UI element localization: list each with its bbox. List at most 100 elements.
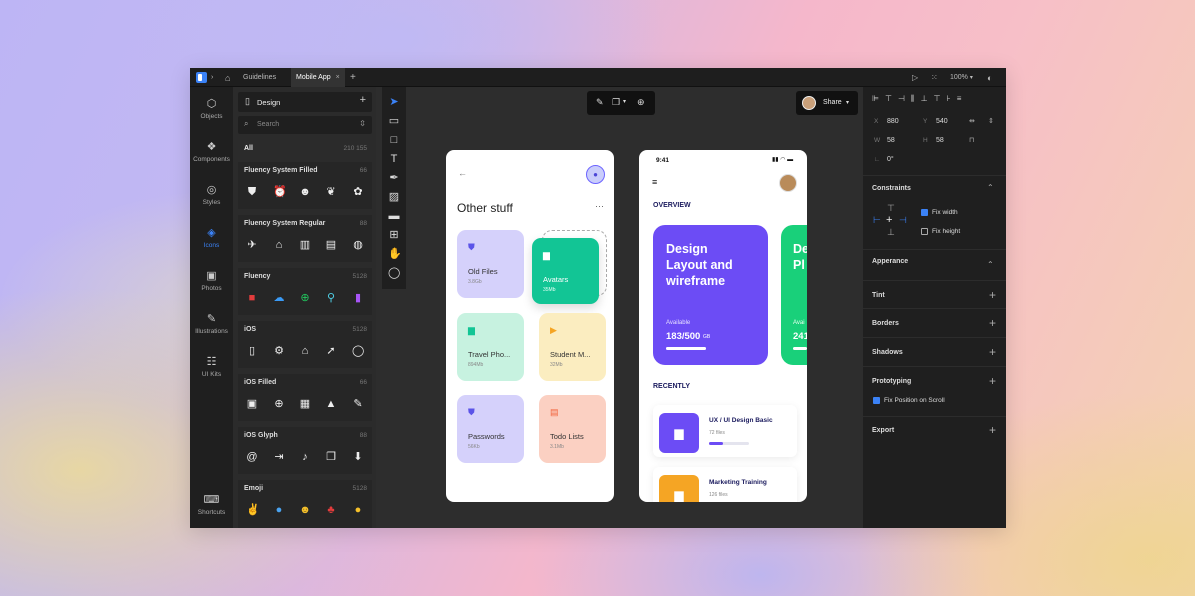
gear-icon[interactable]: ⚙ (273, 345, 285, 357)
bag-icon[interactable]: ⌂ (273, 239, 285, 251)
sidebar-item-objects[interactable]: ⬡ Objects (190, 97, 233, 120)
leaf-icon[interactable]: ❦ (325, 186, 337, 198)
tint-row[interactable]: Tint + (863, 280, 1006, 309)
fix-width-checkbox[interactable]: Fix width (921, 209, 958, 216)
trash-icon[interactable]: ▮ (352, 292, 364, 304)
fix-scroll-checkbox[interactable]: Fix Position on Scroll (873, 397, 945, 404)
add-icon[interactable]: + (989, 288, 996, 302)
all-row[interactable]: All 210 155 (238, 141, 372, 157)
image-icon[interactable]: ▨ (388, 191, 400, 203)
y-field[interactable]: 540 (936, 118, 948, 125)
grid-icon[interactable]: ⁙ (931, 68, 938, 87)
chevron-up-icon[interactable]: ⌃ (987, 260, 994, 269)
constraint-center-icon[interactable]: + (886, 214, 892, 226)
borders-row[interactable]: Borders + (863, 309, 1006, 338)
target-icon[interactable]: ⊕ (637, 97, 645, 108)
add-icon[interactable]: + (989, 374, 996, 388)
globe-icon[interactable]: ◍ (352, 239, 364, 251)
shield-icon[interactable]: ⛊ (246, 186, 258, 198)
constraint-bottom-icon[interactable]: ⊥ (887, 227, 895, 238)
constraint-top-icon[interactable]: ⊤ (887, 203, 895, 214)
close-icon[interactable]: × (336, 74, 340, 81)
list-item[interactable]: ▆ Marketing Training 126 files (653, 467, 797, 502)
icon-set-emoji[interactable]: Emoji 5128 ✌ ● ☻ ♣ ● (238, 480, 372, 528)
avatar[interactable] (779, 174, 797, 192)
sidebar-item-photos[interactable]: ▣ Photos (190, 269, 233, 292)
rotation-field[interactable]: 0° (887, 156, 894, 163)
comment-icon[interactable]: ◯ (388, 267, 400, 279)
design-selector[interactable]: ▯ Design + (238, 92, 372, 112)
warning-icon[interactable]: ▲ (325, 398, 337, 410)
add-image-icon[interactable]: ■ (246, 292, 258, 304)
icon-set-fluency-system-filled[interactable]: Fluency System Filled 66 ⛊ ⏰ ☻ ❦ ✿ (238, 162, 372, 209)
shadows-row[interactable]: Shadows + (863, 338, 1006, 367)
storage-card[interactable]: Design Layout and wireframe Available 18… (653, 225, 768, 365)
flip-horizontal-icon[interactable]: ⇹ (969, 117, 975, 125)
canvas[interactable]: ✎ ❐ ▾ ⊕ Share ▾ ← ● Other stuff ··· ⛊ Ol… (406, 87, 863, 528)
profile-icon[interactable]: ● (586, 165, 605, 184)
select-arrow-icon[interactable]: ➤ (388, 96, 400, 108)
cursor-icon[interactable]: ➚ (325, 345, 337, 357)
layers-icon[interactable]: ❐ (612, 97, 620, 108)
book-icon[interactable]: ▥ (299, 239, 311, 251)
phone-screen-other-stuff[interactable]: ← ● Other stuff ··· ⛊ Old Files 3.8Gb ▆ … (446, 150, 614, 502)
menu-icon[interactable]: ≡ (652, 177, 657, 187)
settings-icon[interactable]: ✿ (352, 186, 364, 198)
list-item[interactable]: ▆ UX / UI Design Basic 72 files (653, 405, 797, 457)
calculator-icon[interactable]: ▤ (325, 239, 337, 251)
constraint-left-icon[interactable]: ⊢ (873, 215, 881, 226)
sidebar-item-ui-kits[interactable]: ☷ UI Kits (190, 355, 233, 378)
tab-guidelines[interactable]: Guidelines (238, 68, 290, 87)
zoom-dropdown[interactable]: 100% ▾ (950, 68, 973, 87)
add-icon[interactable]: + (989, 345, 996, 359)
folder-card-passwords[interactable]: ⛊ Passwords 56Kb (457, 395, 524, 463)
alarm-icon[interactable]: ⏰ (273, 186, 287, 198)
sidebar-item-icons[interactable]: ◈ Icons (190, 226, 233, 249)
hand-icon[interactable]: ✋ (388, 248, 402, 260)
tab-mobile-app[interactable]: Mobile App × (291, 68, 345, 87)
back-arrow-icon[interactable]: ← (458, 168, 467, 178)
icon-set-ios[interactable]: iOS 5128 ▯ ⚙ ⌂ ➚ ◯ (238, 321, 372, 368)
grid-icon[interactable]: ⊞ (388, 229, 400, 241)
more-icon[interactable]: ··· (595, 201, 604, 211)
add-icon[interactable]: + (360, 94, 366, 106)
home-icon[interactable]: ⌂ (299, 345, 311, 357)
phone-screen-overview[interactable]: 9:41 ▮▮ ◠ ▬ ≡ OVERVIEW Design Layout and… (639, 150, 807, 502)
add-icon[interactable]: + (989, 423, 996, 437)
folder-card-student-materials[interactable]: ▶ Student M... 32Mb (539, 313, 606, 381)
x-field[interactable]: 880 (887, 118, 899, 125)
add-circle-icon[interactable]: ⊕ (299, 292, 311, 304)
chat-icon[interactable]: ◯ (352, 345, 364, 357)
home-icon[interactable]: ⌂ (225, 68, 230, 87)
sidebar-item-illustrations[interactable]: ✎ Illustrations (190, 312, 233, 335)
at-icon[interactable]: @ (246, 451, 258, 463)
copy-icon[interactable]: ❐ (325, 451, 337, 463)
folder-card-todo-lists[interactable]: ▤ Todo Lists 3.1Mb (539, 395, 606, 463)
play-icon[interactable]: ▷ (912, 68, 918, 87)
constraint-right-icon[interactable]: ⊣ (899, 215, 907, 226)
folder-card-old-files[interactable]: ⛊ Old Files 3.8Gb (457, 230, 524, 298)
document-icon[interactable]: ▯ (246, 345, 258, 357)
download-icon[interactable]: ⬇ (352, 451, 364, 463)
icon-set-fluency-system-regular[interactable]: Fluency System Regular 88 ✈ ⌂ ▥ ▤ ◍ (238, 215, 372, 262)
search-input[interactable]: ⌕ Search ⇳ (238, 116, 372, 134)
calendar-icon[interactable]: ▦ (299, 398, 311, 410)
folder-card-travel-photos[interactable]: ▆ Travel Pho... 894Mb (457, 313, 524, 381)
add-tab-icon[interactable]: + (350, 68, 356, 87)
search-icon[interactable]: ⚲ (325, 292, 337, 304)
app-logo-icon[interactable] (196, 72, 207, 83)
theme-toggle-icon[interactable]: ◐ (987, 68, 992, 87)
collapse-icon[interactable]: ⇳ (359, 119, 366, 128)
height-field[interactable]: 58 (936, 137, 944, 144)
rectangle-icon[interactable]: □ (388, 134, 400, 146)
people-icon[interactable]: ☻ (299, 186, 311, 198)
align-toolbar[interactable]: ⊫⊤⊣⫼⊥⊤⊦≡ (872, 94, 997, 106)
cherries-icon[interactable]: ♣ (325, 504, 337, 516)
fix-height-checkbox[interactable]: Fix height (921, 228, 960, 235)
chevron-down-icon[interactable]: ▾ (623, 98, 626, 105)
chevron-up-icon[interactable]: ⌃ (987, 183, 994, 192)
flip-vertical-icon[interactable]: ⇕ (988, 117, 994, 125)
text-icon[interactable]: T (388, 153, 400, 165)
share-button[interactable]: Share ▾ (796, 91, 858, 115)
storage-card-2[interactable]: De Pl Avai 241 (781, 225, 807, 365)
